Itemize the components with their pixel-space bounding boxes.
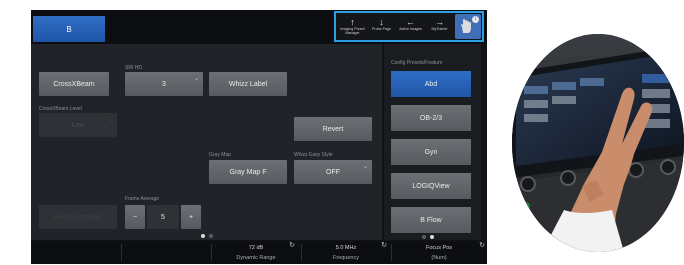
dynamic-range-value: 72 dB [248, 245, 264, 251]
left-arrow-icon: ← [406, 17, 415, 27]
dynamic-range-control[interactable]: 72 dB Dynamic Range ↻ [211, 241, 301, 264]
toolbar-label: MyTrainer [431, 27, 448, 31]
cycle-icon: ↻ [289, 242, 295, 249]
down-arrow-icon: ↓ [379, 17, 384, 27]
sri-hd-dropdown[interactable]: 3 [125, 72, 203, 96]
console-photo-illustration [512, 34, 684, 252]
focus-pos-value: Focus Pos [426, 245, 452, 251]
probe-page-button[interactable]: ↓ Probe Page [367, 15, 396, 41]
right-arrow-icon: → [435, 17, 444, 27]
preset-b-flow[interactable]: B Flow [391, 207, 471, 233]
focus-pos-control[interactable]: Focus Pos (Num) ↻ [391, 241, 487, 264]
page-dot-active[interactable] [201, 234, 205, 238]
dynamic-range-name: Dynamic Range [236, 255, 276, 261]
hand-touch-icon [461, 19, 471, 33]
whizz-easy-style-label: Whizz Easy Style [294, 152, 333, 158]
divider [121, 244, 122, 261]
active-images-button[interactable]: ← Active Images [396, 15, 425, 41]
whizz-easy-style-dropdown[interactable]: OFF [294, 160, 372, 184]
cycle-icon: ↻ [479, 242, 485, 249]
crossxbeam-level-label: CrossXBeam Level [39, 106, 82, 112]
focus-pos-name: (Num) [431, 255, 447, 261]
cycle-icon: ↻ [381, 242, 387, 249]
frame-average-value: 5 [147, 205, 179, 229]
top-bar: B ↑ Imaging Preset Manager ↓ Probe Page … [31, 10, 487, 44]
gray-map-button[interactable]: Gray Map F [209, 160, 287, 184]
console-hand-photo [512, 34, 684, 252]
quick-toolbar: ↑ Imaging Preset Manager ↓ Probe Page ← … [334, 11, 484, 42]
frame-average-plus-button[interactable]: + [181, 205, 201, 229]
crossxbeam-level-dropdown[interactable]: Low [39, 113, 117, 137]
gray-map-label: Gray Map [209, 152, 231, 158]
frequency-name: Frequency [333, 255, 359, 261]
flash-compare-button[interactable]: Flash Compare [39, 205, 117, 229]
whizz-label-button[interactable]: Whizz Label [209, 72, 287, 96]
main-controls-panel: CrossXBeam SRI HD 3 Whizz Label CrossXBe… [31, 44, 382, 240]
revert-button[interactable]: Revert [294, 117, 372, 141]
preset-page-dot-active[interactable] [430, 235, 434, 239]
frame-average-minus-button[interactable]: − [125, 205, 145, 229]
touch-gesture-button[interactable]: i [455, 14, 481, 39]
toolbar-label: Active Images [399, 27, 422, 31]
page-dot[interactable] [209, 234, 213, 238]
toolbar-label: Imaging Preset Manager [340, 27, 365, 35]
imaging-preset-manager-button[interactable]: ↑ Imaging Preset Manager [338, 15, 367, 41]
toolbar-label: Probe Page [372, 27, 391, 31]
config-presets-panel: Config Presets/Feature Abd OB-2/3 Gyn LO… [384, 44, 481, 240]
preset-gyn[interactable]: Gyn [391, 139, 471, 165]
frame-average-label: Frame Average [125, 196, 160, 202]
sri-hd-label: SRI HD [125, 65, 142, 71]
bottom-knob-bar: 72 dB Dynamic Range ↻ 5.0 MHz Frequency … [31, 241, 487, 264]
preset-logiqview[interactable]: LOGIQView [391, 173, 471, 199]
up-arrow-icon: ↑ [350, 17, 355, 27]
ultrasound-touch-panel: B ↑ Imaging Preset Manager ↓ Probe Page … [31, 10, 487, 264]
info-badge: i [472, 16, 479, 23]
tab-b[interactable]: B [33, 16, 105, 42]
preset-ob-2-3[interactable]: OB-2/3 [391, 105, 471, 131]
preset-abd[interactable]: Abd [391, 71, 471, 97]
frequency-value: 5.0 MHz [335, 245, 357, 251]
crossxbeam-button[interactable]: CrossXBeam [39, 72, 109, 96]
mytrainer-button[interactable]: → MyTrainer [425, 15, 454, 41]
preset-page-dot[interactable] [422, 235, 426, 239]
config-presets-title: Config Presets/Feature [391, 60, 443, 66]
frequency-control[interactable]: 5.0 MHz Frequency ↻ [301, 241, 391, 264]
